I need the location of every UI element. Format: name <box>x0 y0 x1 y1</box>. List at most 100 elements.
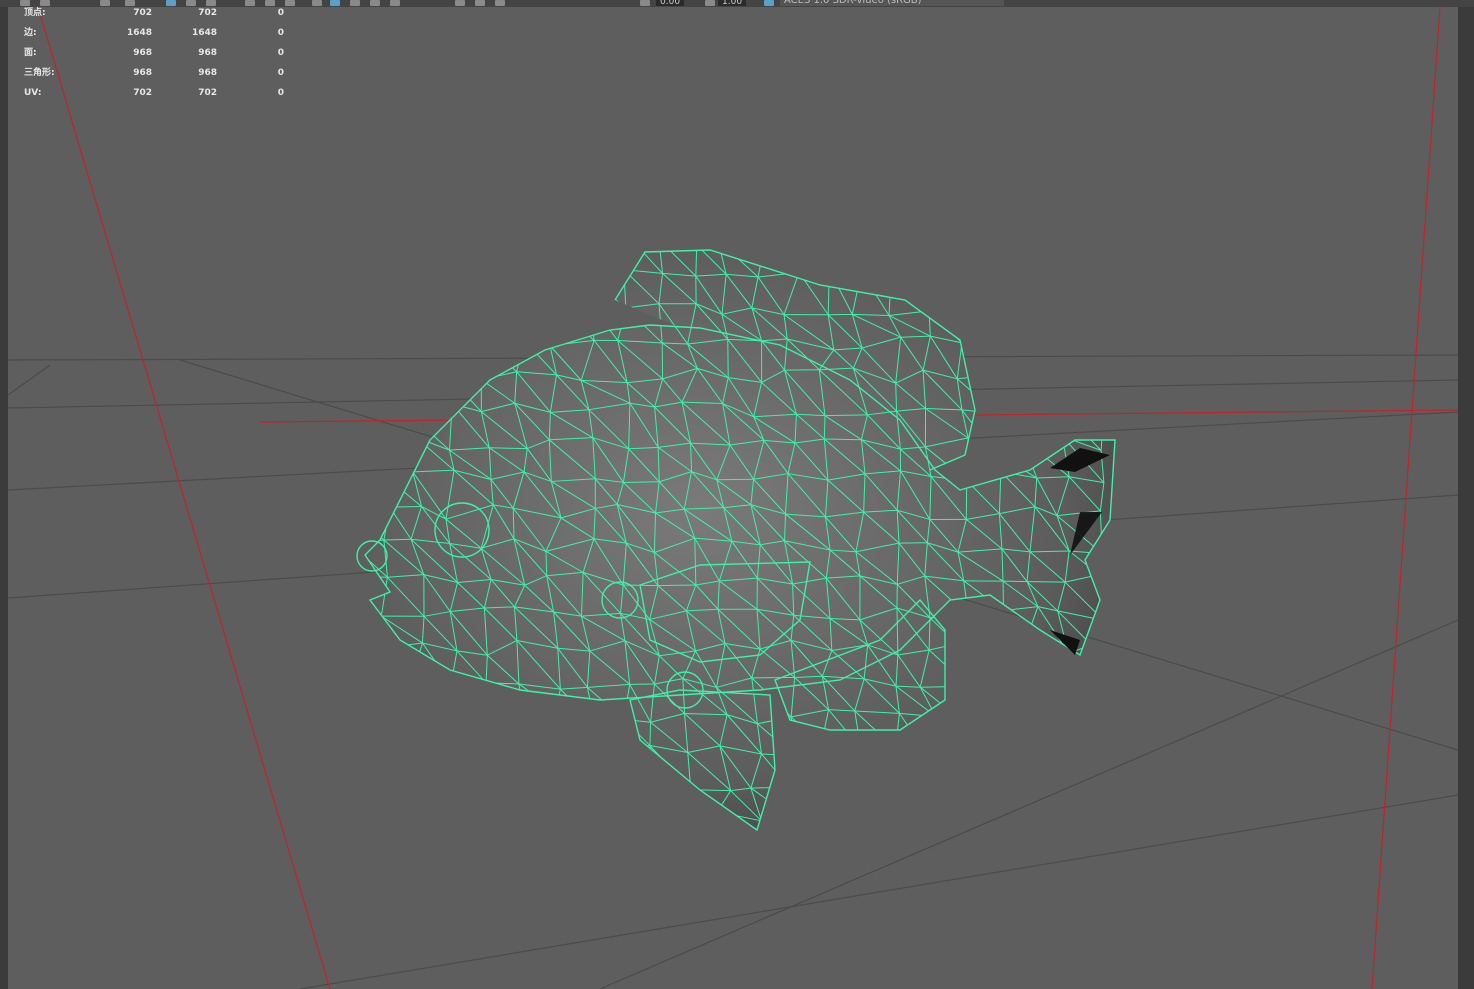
mesh-edge <box>1098 574 1105 621</box>
mesh-edge <box>388 707 413 719</box>
shadows-icon[interactable] <box>475 0 485 6</box>
mesh-edge <box>1030 720 1061 758</box>
mesh-edge <box>935 716 968 749</box>
mesh-edge <box>625 233 659 240</box>
mesh-edge <box>1032 374 1039 413</box>
film-gate-icon[interactable] <box>186 0 196 6</box>
safe-title-icon[interactable] <box>265 0 275 6</box>
ambient-occlusion-icon[interactable] <box>495 0 505 6</box>
mesh-edge <box>928 755 961 784</box>
mesh-edge <box>991 374 1038 376</box>
mesh-edge <box>480 785 490 817</box>
mesh-edge <box>995 707 1035 758</box>
mesh-edge <box>511 780 554 816</box>
mesh-edge <box>381 235 422 240</box>
gamma-icon[interactable] <box>705 0 715 6</box>
mesh-edge <box>960 782 1004 813</box>
mesh-edge <box>412 437 417 472</box>
mesh-edge <box>890 250 900 273</box>
mesh-edge <box>584 274 591 304</box>
lights-icon[interactable] <box>455 0 465 6</box>
mesh-edge <box>581 742 616 751</box>
exposure-icon[interactable] <box>640 0 650 6</box>
zoom-icon[interactable] <box>125 0 135 6</box>
mesh-edge <box>450 684 457 710</box>
mesh-edge <box>1062 711 1106 754</box>
mesh-edge <box>559 236 586 243</box>
mesh-edge <box>511 752 517 781</box>
mesh-edge <box>450 683 483 715</box>
mesh-edge <box>457 314 495 350</box>
exposure-field[interactable]: 0.00 <box>656 0 685 7</box>
bookmark-icon[interactable] <box>100 0 110 6</box>
mesh-edge <box>789 786 834 812</box>
mesh-edge <box>584 250 587 275</box>
mesh-edge <box>518 270 548 301</box>
mesh-edge <box>512 299 548 305</box>
mesh-edge <box>517 250 524 271</box>
mesh-edge <box>377 266 392 315</box>
mesh-edge <box>352 649 354 681</box>
color-space-dropdown[interactable]: ACES 1.0 SDR-video (sRGB) <box>780 0 1004 6</box>
mesh-edge <box>1067 653 1073 682</box>
mesh-edge <box>511 780 524 815</box>
mesh-edge <box>344 309 350 348</box>
hud-value: 702 <box>198 8 217 18</box>
mesh-edge <box>417 782 457 789</box>
color-management-icon[interactable] <box>764 0 774 6</box>
mesh-edge <box>1022 782 1059 826</box>
wireframe-icon[interactable] <box>312 0 322 6</box>
mesh-edge <box>515 718 525 753</box>
xray-icon[interactable] <box>390 0 400 6</box>
fish-mesh[interactable] <box>340 233 1140 840</box>
mesh-edge <box>764 250 800 273</box>
mesh-edge <box>988 250 1004 273</box>
mesh-edge <box>546 272 553 301</box>
mesh-edge <box>818 746 822 783</box>
mesh-edge <box>658 584 696 587</box>
resolution-gate-icon[interactable] <box>206 0 216 6</box>
mesh-edge <box>555 710 596 725</box>
mesh-edge <box>552 741 559 786</box>
mesh-edge <box>489 304 525 342</box>
mesh-edge <box>967 437 994 452</box>
mesh-edge <box>1022 648 1069 654</box>
gamma-field[interactable]: 1.00 <box>718 0 747 7</box>
mesh-edge <box>793 250 800 273</box>
mesh-edge <box>955 278 992 310</box>
default-material-icon[interactable] <box>350 0 360 6</box>
mesh-edge <box>852 780 857 813</box>
mesh-edge <box>594 723 616 751</box>
mesh-edge <box>718 240 765 243</box>
mesh-edge <box>1030 819 1059 826</box>
hud-value: 702 <box>198 88 217 98</box>
3d-viewport[interactable] <box>8 7 1458 989</box>
lock-camera-icon[interactable] <box>40 0 50 6</box>
mesh-edge <box>1022 310 1068 313</box>
viewport-scrollbar[interactable] <box>1457 7 1474 989</box>
hud-row: 三角形: 968 968 0 <box>24 67 284 87</box>
wireframe-on-shaded-icon[interactable] <box>370 0 380 6</box>
mesh-edge <box>365 680 389 709</box>
mesh-edge <box>448 347 459 377</box>
mesh-edge <box>989 266 1025 274</box>
mesh-edge <box>967 748 1002 790</box>
mesh-edge <box>345 608 353 649</box>
mesh-edge <box>512 780 559 786</box>
safe-action-icon[interactable] <box>245 0 255 6</box>
mesh-edge <box>991 348 1001 376</box>
mesh-edge <box>852 748 862 781</box>
mesh-edge <box>415 271 459 315</box>
mesh-edge <box>995 675 1004 709</box>
mesh-edge <box>1090 682 1095 719</box>
mesh-edge <box>378 314 425 336</box>
select-camera-icon[interactable] <box>20 0 30 6</box>
viewport-toolbar: 0.00 1.00 ACES 1.0 SDR-video (sRGB) <box>0 0 1474 7</box>
smooth-shade-icon[interactable] <box>330 0 340 6</box>
grid-icon[interactable] <box>166 0 176 6</box>
mesh-edge <box>961 237 1003 241</box>
mesh-edge <box>993 757 1002 790</box>
mesh-edge <box>342 235 381 246</box>
field-chart-icon[interactable] <box>285 0 295 6</box>
mesh-edge <box>968 674 1004 687</box>
